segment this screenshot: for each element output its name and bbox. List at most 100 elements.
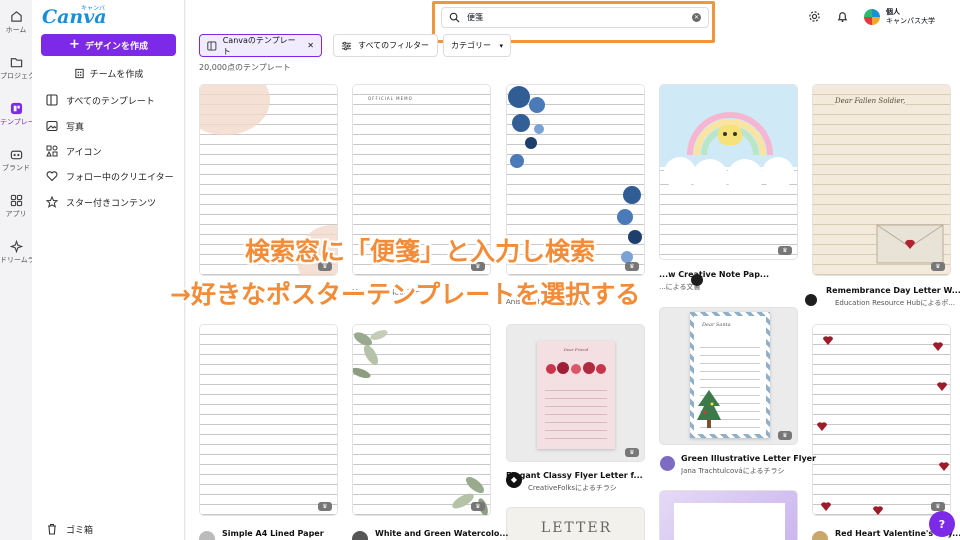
crown-icon: ♛ [625, 448, 639, 457]
card-4-author: ...による文書 [659, 283, 701, 291]
card-6-title[interactable]: Simple A4 Lined Paper [222, 529, 367, 538]
nav-starred[interactable]: スター付きコンテンツ [46, 193, 181, 211]
home-icon [10, 11, 22, 22]
create-design-button[interactable]: + デザインを作成 [41, 34, 176, 56]
dear-friend-text: Dear Friend [563, 347, 589, 352]
envelope-illustration [876, 224, 944, 264]
nav-all-templates-label: すべてのテンプレート [66, 96, 155, 107]
lined-paper [200, 325, 337, 515]
card-8-author: CreativeFolksによるチラシ [528, 484, 617, 492]
nav-icons[interactable]: アイコン [46, 142, 181, 160]
card-5-title[interactable]: Remembrance Day Letter W... [826, 286, 960, 295]
card-5-author: Education Resource Hubによるポ... [835, 299, 956, 307]
rail-home-label: ホーム [5, 26, 27, 34]
brand-icon [10, 150, 22, 160]
sidebar: Canva キャンバ + デザインを作成 チームを作成 すべてのテンプレート 写… [32, 0, 185, 540]
nav-icons-label: アイコン [66, 147, 102, 158]
card-4-title[interactable]: ...w Creative Note Pap... [659, 270, 804, 279]
crown-icon: ♛ [931, 502, 945, 511]
apps-icon [10, 194, 22, 207]
crown-icon: ♛ [625, 262, 639, 271]
rail-home[interactable]: ホーム [0, 10, 32, 35]
template-card-9[interactable]: Dear Santa ♛ [659, 307, 798, 445]
card-9-title[interactable]: Green Illustrative Letter Flyer [681, 454, 826, 463]
help-button[interactable]: ? [929, 511, 955, 537]
creator-avatar [691, 274, 703, 286]
shapes-icon [46, 145, 58, 157]
instruction-line-1: 検索窓に「便箋」と入力し検索 [245, 237, 596, 266]
nav-photos-label: 写真 [66, 122, 85, 133]
create-design-label: デザインを作成 [84, 41, 148, 52]
template-card-8[interactable]: Dear Friend ♛ [506, 324, 645, 462]
template-icon [207, 41, 217, 50]
flyer-paper [674, 503, 785, 540]
template-card-12[interactable] [659, 490, 798, 540]
rail-templates-label: テンプレー... [0, 118, 32, 126]
flyer-paper: Dear Friend [537, 341, 615, 449]
nav-all-templates[interactable]: すべてのテンプレート [46, 91, 181, 109]
template-card-11[interactable]: LETTER [506, 507, 645, 540]
rail-brand-label: ブランド [2, 164, 30, 172]
christmas-tree-illustration [697, 390, 721, 428]
account-name: 個人 [886, 8, 900, 16]
nav-trash[interactable]: ゴミ箱 [46, 520, 181, 538]
dear-santa-text: Dear Santa [702, 322, 731, 328]
account-menu[interactable]: 個人 キャンパス大学 [864, 8, 935, 26]
gear-icon[interactable] [808, 10, 821, 23]
chevron-down-icon: ▾ [499, 41, 503, 50]
photo-icon [46, 120, 58, 132]
red-hearts-illustration [817, 336, 949, 515]
category-dropdown[interactable]: カテゴリー ▾ [443, 34, 511, 57]
rail-dream-label: ドリームラ... [0, 256, 32, 264]
creator-avatar: ◆ [506, 472, 522, 488]
card-7-title[interactable]: White and Green Watercolo... [375, 529, 520, 538]
result-count: 20,000点のテンプレート [199, 63, 291, 72]
creator-avatar [805, 294, 817, 306]
template-card-7[interactable]: ♛ [352, 324, 491, 516]
creator-avatar [199, 531, 215, 540]
creator-avatar [352, 531, 368, 540]
template-card-4[interactable]: ♛ [659, 84, 798, 260]
rail-templates[interactable]: テンプレー... [0, 102, 32, 127]
nav-following-creators-label: フォロー中のクリエイター [66, 172, 174, 183]
account-team: キャンパス大学 [886, 17, 935, 25]
sliders-icon [341, 41, 352, 50]
rail-projects[interactable]: プロジェク... [0, 56, 32, 81]
close-icon[interactable]: ✕ [307, 41, 314, 50]
template-card-10[interactable]: ♛ [812, 324, 951, 516]
flyer-lines [545, 383, 607, 441]
nav-following-creators[interactable]: フォロー中のクリエイター [46, 167, 181, 185]
template-card-5[interactable]: Dear Fallen Soldier, ♛ [812, 84, 951, 276]
letter-heading-text: LETTER [540, 520, 613, 536]
rail-brand[interactable]: ブランド [0, 148, 32, 173]
account-text: 個人 キャンパス大学 [886, 8, 935, 26]
create-team-label: チームを作成 [89, 69, 144, 80]
templates-icon [10, 102, 22, 115]
template-card-6[interactable]: ♛ [199, 324, 338, 516]
rainbow-illustration [664, 112, 794, 185]
instruction-line-2: →好きなポスターテンプレートを選択する [170, 280, 641, 309]
card-8-title[interactable]: Elegant Classy Flyer Letter f... [506, 471, 651, 480]
create-team-button[interactable]: チームを作成 [41, 62, 176, 84]
filter-chip-canva-templates[interactable]: Canvaのテンプレート ✕ [199, 34, 322, 57]
canva-logo-subtitle: キャンバ [81, 5, 106, 12]
avatar [864, 9, 880, 25]
category-label: カテゴリー [451, 41, 491, 50]
crown-icon: ♛ [471, 502, 485, 511]
filter-chip-label: Canvaのテンプレート [222, 35, 296, 56]
rail-apps[interactable]: アプリ [0, 194, 32, 219]
rail-projects-label: プロジェク... [0, 72, 32, 80]
crown-icon: ♛ [931, 262, 945, 271]
green-leaves-illustration [353, 330, 488, 515]
nav-photos[interactable]: 写真 [46, 117, 181, 135]
magic-icon [9, 240, 23, 253]
main-area: 便箋 ✕ 個人 キャンパス大学 Canvaのテンプレート ✕ すべてのフィルター… [186, 0, 960, 540]
rail-dream[interactable]: ドリームラ... [0, 240, 32, 265]
template-icon [46, 94, 58, 106]
rail-apps-label: アプリ [5, 210, 27, 218]
bell-icon[interactable] [836, 10, 849, 23]
all-filters-button[interactable]: すべてのフィルター [333, 34, 438, 57]
folder-icon [10, 58, 22, 68]
official-memo-text: OFFICIAL MEMO [367, 95, 414, 102]
creator-avatar [660, 456, 675, 471]
